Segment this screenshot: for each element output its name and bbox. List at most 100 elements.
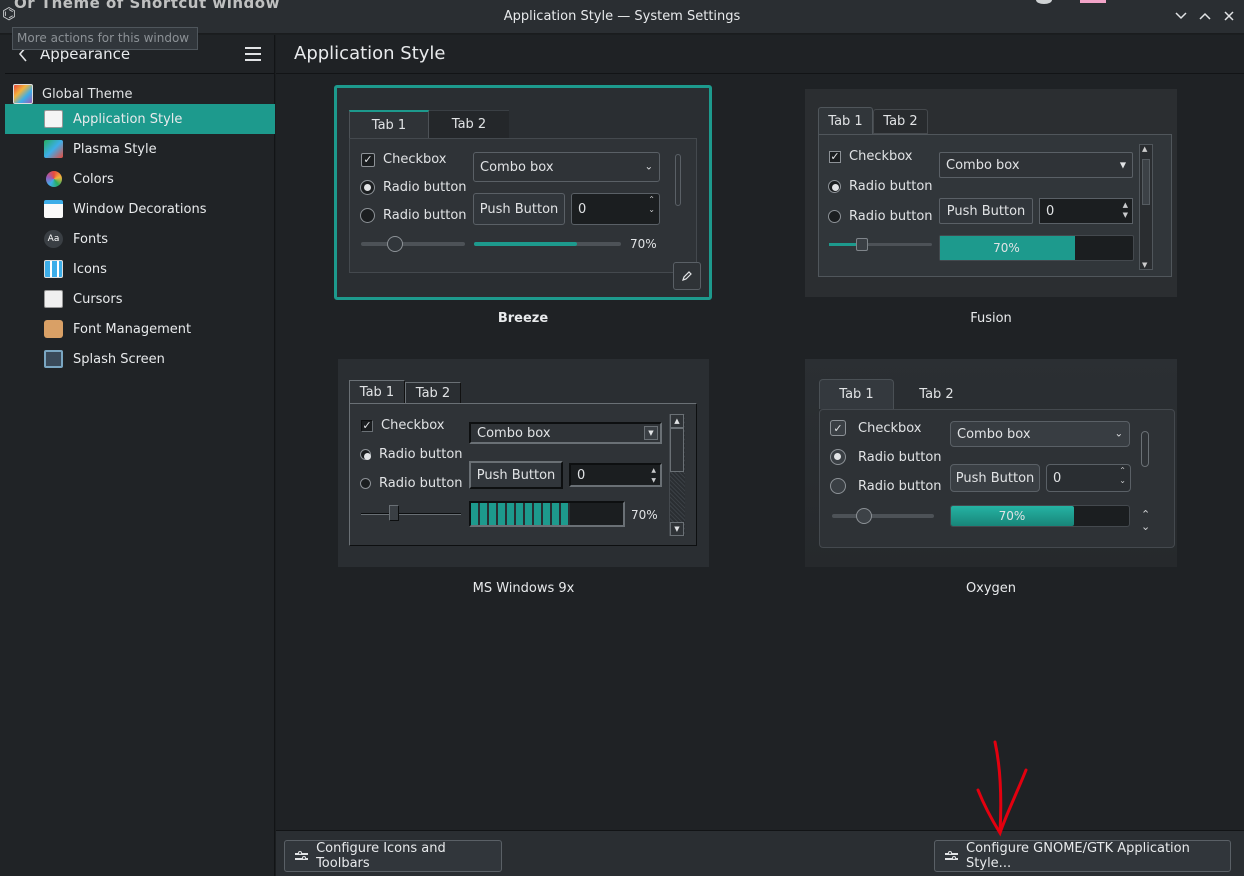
hamburger-menu-icon[interactable]: [245, 47, 261, 61]
radio-unchecked-icon: [830, 478, 846, 494]
plasma-style-icon: [44, 140, 63, 158]
radio-unchecked-icon: [828, 210, 841, 223]
window-menu-icon[interactable]: ⌬: [2, 4, 16, 23]
preview-spin-box: 0 ⌃ ⌄: [1046, 464, 1131, 492]
window-actions-tooltip: More actions for this window: [12, 27, 198, 50]
preview-radio-on: Radio button: [830, 449, 942, 465]
sidebar-item-application-style[interactable]: Application Style: [5, 104, 275, 134]
style-card-oxygen[interactable]: Tab 1 Tab 2 ✓ Checkbox Radio button Radi…: [805, 359, 1177, 599]
close-icon[interactable]: [1222, 8, 1236, 24]
main-content: Application Style Tab 1 Tab 2 ✓ Checkbox…: [276, 35, 1244, 876]
slider-handle: [856, 508, 872, 524]
scroll-arrows-icon: ⌃ ⌄: [1141, 508, 1151, 533]
preview-combo-box: Combo box ⌄: [473, 152, 660, 182]
global-theme-icon: [13, 84, 33, 104]
sidebar-item-colors[interactable]: Colors: [5, 164, 275, 194]
preview-tab-2: Tab 2: [429, 110, 509, 138]
sidebar-item-label: Cursors: [73, 291, 123, 307]
progress-percent: 70%: [631, 508, 658, 522]
chevron-down-icon: ⌄: [644, 161, 653, 173]
sidebar-item-font-management[interactable]: Font Management: [5, 314, 275, 344]
scroll-down-icon: ▼: [1142, 261, 1148, 269]
minimize-icon[interactable]: [1174, 8, 1188, 24]
button-label: Configure Icons and Toolbars: [316, 841, 446, 871]
style-card-breeze[interactable]: Tab 1 Tab 2 ✓ Checkbox Radio button Radi…: [334, 85, 712, 385]
spin-arrows-icon: ⌃ ⌄: [1119, 466, 1126, 485]
preview-radio-on: Radio button: [360, 180, 467, 195]
chevron-down-icon: ▼: [644, 426, 658, 440]
font-management-icon: [44, 320, 63, 338]
radio-checked-icon: [360, 449, 371, 460]
preview-scrollbar: ▲ ▼: [1139, 144, 1153, 270]
style-name-fusion: Fusion: [970, 311, 1012, 326]
preview-combo-box: Combo box ⌄: [950, 421, 1130, 447]
pencil-icon: [682, 271, 692, 281]
icons-icon: [44, 260, 63, 278]
cursors-icon: [44, 290, 63, 308]
sidebar-item-window-decorations[interactable]: Window Decorations: [5, 194, 275, 224]
preview-scrollbar: [1141, 431, 1149, 467]
sidebar-nav: Application Style Plasma Style Colors Wi…: [5, 104, 275, 374]
preview-checkbox: ✓ Checkbox: [829, 149, 913, 164]
preview-radio-off: Radio button: [360, 208, 467, 223]
radio-unchecked-icon: [360, 478, 371, 489]
preview-push-button: Push Button: [950, 464, 1040, 492]
preview-progress: [474, 242, 621, 246]
configure-icons-toolbars-button[interactable]: Configure Icons and Toolbars: [284, 840, 502, 872]
preview-radio-on: Radio button: [360, 447, 463, 462]
sidebar-item-label: Colors: [73, 171, 114, 187]
maximize-icon[interactable]: [1198, 8, 1212, 24]
fonts-icon: Aa: [44, 230, 63, 248]
window-title: Application Style — System Settings: [503, 9, 741, 24]
bottom-toolbar: Configure Icons and Toolbars Configure G…: [276, 830, 1244, 876]
preview-slider: [361, 242, 465, 246]
background-peek-pink: [1080, 0, 1106, 3]
preview-radio-on: Radio button: [828, 179, 933, 194]
checkbox-checked-icon: ✓: [361, 152, 375, 167]
preview-spin-box: 0 ⌃ ⌄: [571, 193, 660, 225]
oxygen-preview: Tab 1 Tab 2 ✓ Checkbox Radio button Radi…: [805, 359, 1177, 567]
sidebar-item-splash-screen[interactable]: Splash Screen: [5, 344, 275, 374]
edit-pencil-button[interactable]: [673, 262, 701, 290]
style-card-fusion[interactable]: Tab 1 Tab 2 ✓ Checkbox Radio button Radi…: [805, 89, 1177, 385]
scroll-up-icon: ▲: [1142, 145, 1148, 153]
preview-radio-off: Radio button: [360, 476, 463, 491]
scroll-up-icon: ▲: [670, 414, 684, 428]
preview-tab-1: Tab 1: [349, 380, 405, 404]
page-title: Application Style: [294, 43, 446, 64]
style-name-oxygen: Oxygen: [965, 581, 1017, 596]
header-divider: [276, 73, 1244, 74]
preview-spin-box: 0 ▲ ▼: [1039, 198, 1133, 224]
sidebar-item-label: Font Management: [73, 321, 192, 337]
preview-radio-off: Radio button: [830, 478, 942, 494]
sidebar: Appearance Global Theme Application Styl…: [0, 35, 275, 876]
configure-gtk-style-button[interactable]: Configure GNOME/GTK Application Style...: [934, 840, 1231, 872]
application-style-icon: [44, 110, 63, 128]
preview-tab-1: Tab 1: [349, 110, 429, 138]
style-card-ms-windows-9x[interactable]: Tab 1 Tab 2 ✓ Checkbox Radio button Radi…: [338, 359, 709, 599]
preview-checkbox: ✓ Checkbox: [361, 418, 445, 433]
preview-tab-2: Tab 2: [919, 386, 954, 402]
preview-radio-off: Radio button: [828, 209, 933, 224]
preview-push-button: Push Button: [473, 193, 565, 225]
sidebar-item-icons[interactable]: Icons: [5, 254, 275, 284]
sidebar-item-label: Application Style: [73, 111, 183, 127]
sidebar-item-cursors[interactable]: Cursors: [5, 284, 275, 314]
sidebar-item-fonts[interactable]: Aa Fonts: [5, 224, 275, 254]
preview-progress: 70%: [939, 235, 1134, 261]
preview-tab-2: Tab 2: [405, 382, 461, 404]
preview-push-button: Push Button: [939, 198, 1033, 224]
preview-slider: [829, 243, 932, 246]
sidebar-item-plasma-style[interactable]: Plasma Style: [5, 134, 275, 164]
sidebar-item-label: Window Decorations: [73, 201, 207, 217]
sidebar-item-label: Icons: [73, 261, 107, 277]
spin-arrows-icon: ▲ ▼: [651, 467, 656, 484]
background-peek-icon: [1036, 0, 1052, 4]
breeze-preview: Tab 1 Tab 2 ✓ Checkbox Radio button Radi…: [334, 85, 712, 300]
sidebar-divider: [5, 73, 274, 74]
preview-checkbox: ✓ Checkbox: [830, 420, 922, 436]
slider-handle: [856, 238, 868, 251]
window-decorations-icon: [44, 200, 63, 218]
preview-push-button: Push Button: [469, 461, 563, 489]
preview-scrollbar: ▲ ▼: [669, 414, 685, 536]
